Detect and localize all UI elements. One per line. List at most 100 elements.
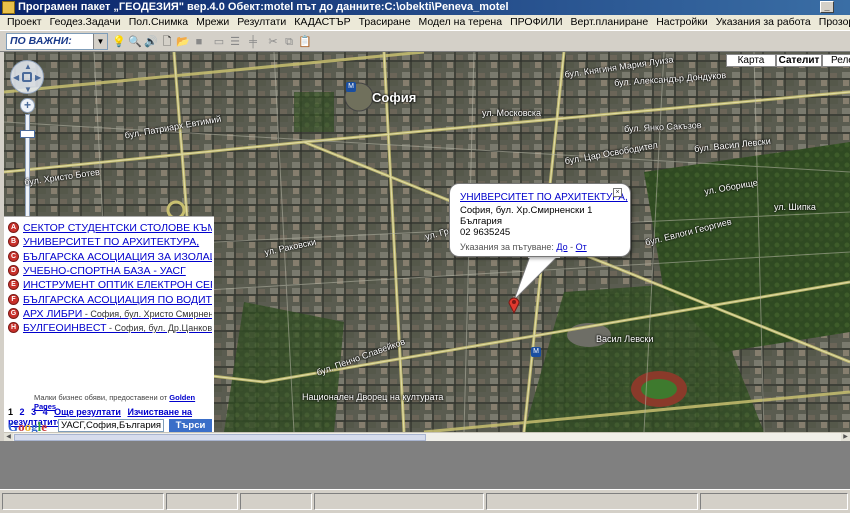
page-4[interactable]: 4: [43, 407, 48, 417]
zoom-slider-thumb[interactable]: [20, 130, 35, 138]
street-label: ул. Московска: [482, 108, 542, 118]
menu-item[interactable]: Модел на терена: [415, 15, 507, 30]
result-marker-icon: D: [8, 264, 19, 276]
menu-item[interactable]: Геодез.Задачи: [46, 15, 125, 30]
pan-up-icon[interactable]: ▲: [24, 62, 32, 71]
open-folder-icon[interactable]: 📂: [175, 34, 191, 50]
page-1: 1: [8, 407, 14, 417]
map-search-input[interactable]: УАСГ,София,България: [58, 419, 164, 432]
menu-item[interactable]: Мрежи: [192, 15, 233, 30]
menu-item[interactable]: Трасиране: [355, 15, 415, 30]
window-title: Програмен пакет „ГЕОДЕЗИЯ" вер.4.0 Обект…: [18, 1, 509, 13]
page-3[interactable]: 3: [31, 407, 36, 417]
priority-combo[interactable]: ПО ВАЖНИ: ▼: [6, 33, 108, 50]
result-item[interactable]: B УНИВЕРСИТЕТ ПО АРХИТЕКТУРА,: [6, 236, 212, 249]
result-title-link[interactable]: БЪЛГАРСКА АСОЦИАЦИЯ ПО ВОДИТЕ: [23, 294, 212, 306]
map-type-satellite[interactable]: Сателит: [776, 54, 822, 67]
new-file-icon[interactable]: 🗋: [159, 34, 175, 50]
priority-combo-value: ПО ВАЖНИ:: [10, 35, 72, 47]
menu-item[interactable]: Верт.планиране: [567, 15, 653, 30]
result-title-link[interactable]: БЪЛГАРСКА АСОЦИАЦИЯ ЗА ИЗОЛАЦИИ: [23, 251, 212, 263]
status-panel-4: [314, 493, 484, 510]
horizontal-scrollbar[interactable]: ◀ ▶: [4, 432, 850, 441]
directions-from-link[interactable]: От: [576, 242, 587, 252]
menu-item[interactable]: Настройки: [652, 15, 712, 30]
result-item[interactable]: C БЪЛГАРСКА АСОЦИАЦИЯ ЗА ИЗОЛАЦИИ: [6, 250, 212, 264]
pan-left-icon[interactable]: ◀: [13, 73, 19, 82]
status-panel-2: [166, 493, 238, 510]
menu-item[interactable]: ПРОФИЛИ: [506, 15, 566, 30]
bubble-title-link[interactable]: УНИВЕРСИТЕТ ПО АРХИТЕКТУРА,: [460, 192, 628, 203]
map-pin-icon[interactable]: [508, 296, 520, 314]
zoom-in-button[interactable]: +: [20, 98, 35, 113]
result-marker-icon: H: [8, 322, 19, 334]
bubble-country: България: [460, 216, 502, 227]
paste-icon[interactable]: 📋: [297, 34, 313, 50]
bulb-icon[interactable]: 💡: [111, 34, 127, 50]
bubble-directions: Указания за пътуване: До - От: [460, 242, 587, 252]
result-address: - София, бул. Христо Смирненски 1 Б: [84, 308, 212, 319]
street-label: ул. Шипка: [774, 202, 816, 212]
info-bubble-tail: [513, 255, 560, 301]
more-results-link[interactable]: Още резултати: [54, 407, 121, 417]
pan-control[interactable]: ▲ ▼ ◀ ▶: [10, 60, 44, 94]
minimize-button[interactable]: _: [820, 1, 834, 13]
street-label: Национален Дворец на културата: [302, 392, 444, 402]
status-panel-5: [486, 493, 698, 510]
status-bar: [0, 489, 850, 513]
search-button[interactable]: Търси: [169, 419, 212, 432]
map-type-map[interactable]: Карта: [726, 54, 776, 67]
status-panel-6: [700, 493, 848, 510]
toolbar: ПО ВАЖНИ: ▼ 💡 🔍 🔊 🗋 📂 ■ ▭ ☰ ╪ ✂ ⧉ 📋: [0, 30, 850, 52]
info-bubble: УНИВЕРСИТЕТ ПО АРХИТЕКТУРА, София, бул. …: [449, 183, 631, 257]
app-icon: [2, 1, 15, 14]
directions-to-link[interactable]: До: [556, 242, 567, 252]
menu-item[interactable]: Прозорци: [815, 15, 850, 30]
workspace-background: [0, 441, 850, 489]
result-item[interactable]: D УЧЕБНО-СПОРТНА БАЗА - УАСГ: [6, 264, 212, 278]
page-2[interactable]: 2: [20, 407, 25, 417]
result-title-link[interactable]: ИНСТРУМЕНТ ОПТИК ЕЛЕКТРОН СЕРВИЗ-: [23, 279, 212, 291]
chevron-down-icon[interactable]: ▼: [93, 34, 107, 49]
result-title-link[interactable]: СЕКТОР СТУДЕНТСКИ СТОЛОВЕ КЪМ: [23, 222, 212, 234]
pan-down-icon[interactable]: ▼: [24, 85, 32, 94]
menu-item[interactable]: Пол.Снимка: [125, 15, 192, 30]
result-item[interactable]: G АРХ ЛИБРИ - София, бул. Христо Смирненс…: [6, 307, 212, 321]
directions-label: Указания за пътуване:: [460, 242, 554, 252]
bubble-address: София, бул. Хр.Смирненски 1: [460, 205, 593, 216]
cut-icon[interactable]: ✂: [265, 34, 281, 50]
menu-item[interactable]: КАДАСТЪР: [290, 15, 354, 30]
scroll-left-icon[interactable]: ◀: [4, 433, 13, 441]
menu-item[interactable]: Резултати: [233, 15, 290, 30]
pan-center-icon[interactable]: [22, 72, 32, 82]
result-marker-icon: G: [8, 307, 19, 319]
close-icon[interactable]: ×: [613, 188, 622, 197]
result-item[interactable]: E ИНСТРУМЕНТ ОПТИК ЕЛЕКТРОН СЕРВИЗ-: [6, 279, 212, 292]
window-tile-icon[interactable]: ▭: [211, 34, 227, 50]
search-results-panel: A СЕКТОР СТУДЕНТСКИ СТОЛОВЕ КЪМ B УНИВЕРСИТ…: [4, 216, 214, 434]
copy-icon[interactable]: ⧉: [281, 34, 297, 50]
result-title-link[interactable]: УЧЕБНО-СПОРТНА БАЗА - УАСГ: [23, 265, 186, 277]
result-marker-icon: B: [8, 236, 19, 248]
result-title-link[interactable]: УНИВЕРСИТЕТ ПО АРХИТЕКТУРА,: [23, 236, 199, 248]
zoom-icon[interactable]: 🔍: [127, 34, 143, 50]
menu-item[interactable]: Проект: [3, 15, 46, 30]
window-split-icon[interactable]: ☰: [227, 34, 243, 50]
result-item[interactable]: A СЕКТОР СТУДЕНТСКИ СТОЛОВЕ КЪМ: [6, 222, 212, 235]
map-type-terrain[interactable]: Релеф: [822, 54, 850, 67]
result-title-link[interactable]: АРХ ЛИБРИ: [23, 308, 82, 320]
directions-separator: -: [567, 242, 576, 252]
scroll-right-icon[interactable]: ▶: [841, 433, 850, 441]
ladder-icon[interactable]: ╪: [245, 34, 261, 50]
menu-item[interactable]: Указания за работа: [712, 15, 815, 30]
result-title-link[interactable]: БУЛГЕОИНВЕСТ: [23, 322, 107, 334]
app-window: Програмен пакет „ГЕОДЕЗИЯ" вер.4.0 Обект…: [0, 0, 850, 513]
scrollbar-thumb[interactable]: [14, 434, 426, 441]
result-item[interactable]: FБЪЛГАРСКА АСОЦИАЦИЯ ПО ВОДИТЕ -: [6, 293, 212, 307]
result-marker-icon: A: [8, 222, 19, 233]
speaker-icon[interactable]: 🔊: [143, 34, 159, 50]
result-item[interactable]: H БУЛГЕОИНВЕСТ - София, бул. Др.Цанков 2: [6, 322, 212, 335]
stop-icon[interactable]: ■: [191, 34, 207, 50]
pan-right-icon[interactable]: ▶: [35, 73, 41, 82]
result-marker-icon: F: [8, 293, 19, 305]
